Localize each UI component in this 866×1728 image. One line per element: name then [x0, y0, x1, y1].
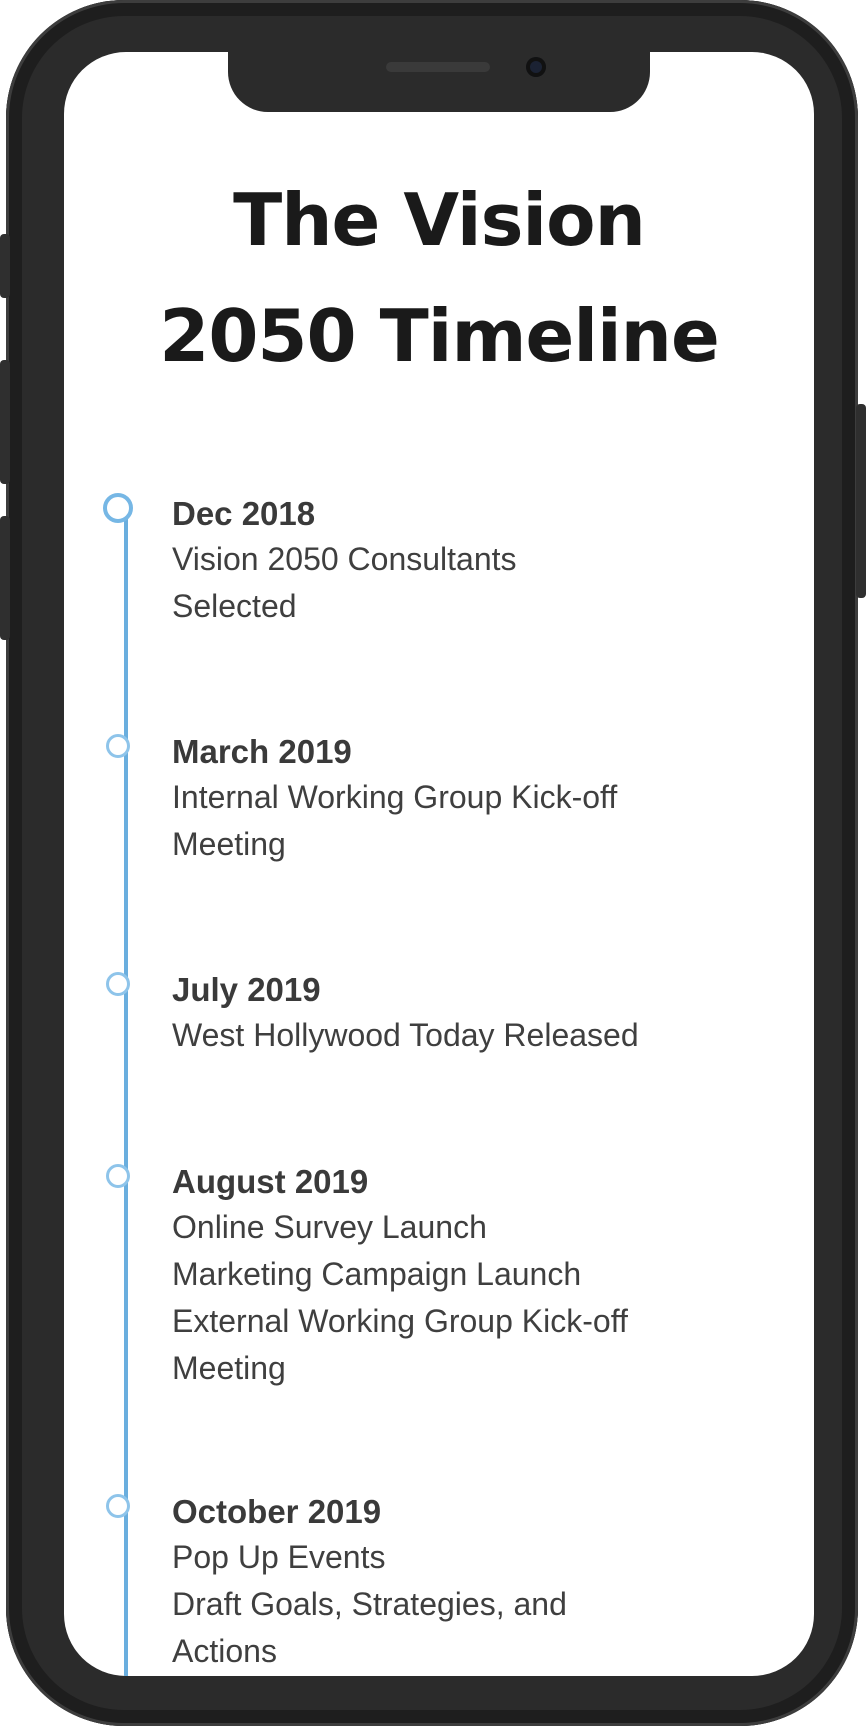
event-description: West Hollywood Today Released: [172, 1012, 792, 1059]
timeline-event: August 2019 Online Survey Launch Marketi…: [106, 1160, 792, 1392]
volume-up-button: [0, 360, 10, 484]
screen: The Vision 2050 Timeline Dec 2018 Vision…: [64, 52, 814, 1676]
phone-frame: The Vision 2050 Timeline Dec 2018 Vision…: [6, 0, 858, 1726]
event-line: Internal Working Group Kick-off: [172, 779, 618, 815]
timeline-marker-icon: [103, 493, 133, 523]
speaker-grille: [386, 62, 490, 72]
event-date: August 2019: [172, 1163, 369, 1200]
event-line: Selected: [172, 588, 297, 624]
timeline-marker-icon: [106, 734, 130, 758]
event-date: July 2019: [172, 971, 321, 1008]
event-line: Pop Up Events: [172, 1539, 386, 1575]
timeline-event: October 2019 Pop Up Events Draft Goals, …: [106, 1490, 792, 1675]
power-button: [856, 404, 866, 598]
event-description: Online Survey Launch Marketing Campaign …: [172, 1204, 792, 1392]
event-line: West Hollywood Today Released: [172, 1017, 639, 1053]
timeline-event: March 2019 Internal Working Group Kick-o…: [106, 730, 792, 868]
timeline-marker-icon: [106, 1164, 130, 1188]
event-line: Marketing Campaign Launch: [172, 1256, 582, 1292]
camera-icon: [526, 57, 546, 77]
event-line: Online Survey Launch: [172, 1209, 487, 1245]
title-line-2: 2050 Timeline: [159, 294, 720, 378]
event-line: Meeting: [172, 826, 286, 862]
event-date: March 2019: [172, 733, 352, 770]
event-line: Meeting: [172, 1350, 286, 1386]
event-description: Internal Working Group Kick-off Meeting: [172, 774, 792, 868]
event-line: Draft Goals, Strategies, and: [172, 1586, 567, 1622]
event-line: Vision 2050 Consultants: [172, 541, 517, 577]
page-title: The Vision 2050 Timeline: [64, 162, 814, 394]
mute-switch: [0, 234, 10, 298]
event-line: External Working Group Kick-off: [172, 1303, 628, 1339]
event-date: October 2019: [172, 1493, 382, 1530]
timeline-marker-icon: [106, 1494, 130, 1518]
timeline-event: July 2019 West Hollywood Today Released: [106, 968, 792, 1059]
timeline-event: Dec 2018 Vision 2050 Consultants Selecte…: [103, 492, 792, 630]
volume-down-button: [0, 516, 10, 640]
notch: [228, 52, 650, 112]
title-line-1: The Vision: [233, 178, 646, 262]
timeline-marker-icon: [106, 972, 130, 996]
event-line: Actions: [172, 1633, 277, 1669]
event-description: Pop Up Events Draft Goals, Strategies, a…: [172, 1534, 792, 1675]
event-date: Dec 2018: [172, 495, 316, 532]
event-description: Vision 2050 Consultants Selected: [172, 536, 792, 630]
